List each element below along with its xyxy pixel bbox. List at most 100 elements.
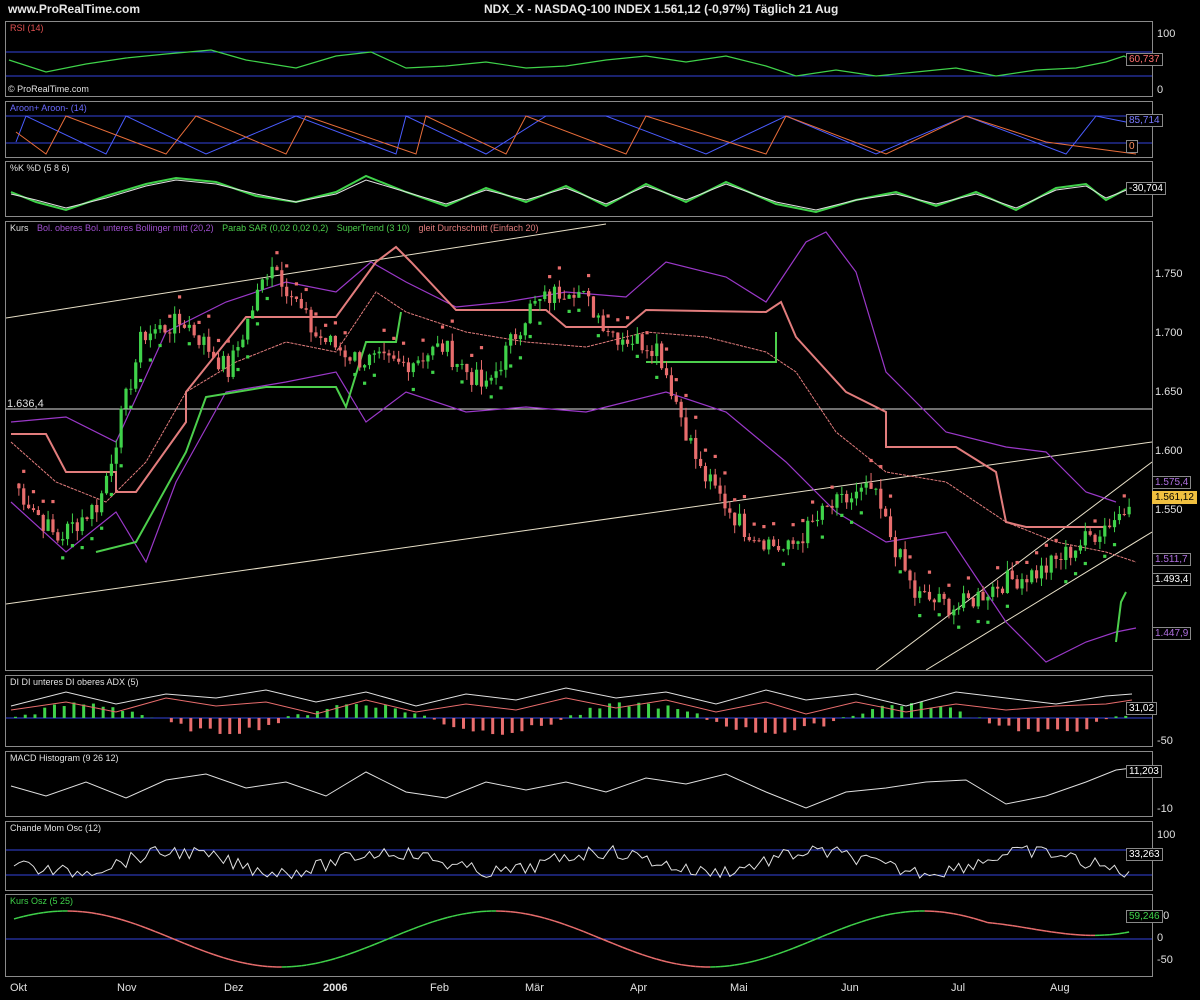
adx-bar <box>686 711 689 718</box>
adx-bar <box>666 705 670 718</box>
sar-dot <box>655 375 659 379</box>
aroon-up-line <box>15 115 1127 155</box>
kosz-segment <box>28 913 34 916</box>
kosz-segment <box>223 956 229 960</box>
candle <box>806 520 810 544</box>
kosz-segment <box>729 964 735 967</box>
adx-pane[interactable]: DI DI unteres DI oberes ADX (5) <box>5 675 1153 747</box>
sar-dot <box>216 338 221 343</box>
sar-dot <box>1103 554 1107 558</box>
kosz-segment <box>646 955 653 959</box>
kosz-segment <box>783 949 789 953</box>
kosz-segment <box>315 961 321 965</box>
adx-bar <box>773 718 777 734</box>
aroon-pane[interactable]: Aroon+ Aroon- (14) <box>5 101 1153 158</box>
candle <box>913 580 917 598</box>
candle <box>533 300 537 304</box>
candle <box>270 266 274 279</box>
kosz-segment <box>861 919 867 923</box>
adx-bar <box>471 718 475 732</box>
sar-dot <box>518 356 523 360</box>
candle <box>246 318 250 340</box>
candle <box>1030 570 1034 583</box>
candle <box>36 510 40 515</box>
kosz-segment <box>826 931 833 936</box>
candle <box>845 493 849 503</box>
candle <box>1117 513 1121 521</box>
copyright: © ProRealTime.com <box>8 84 89 94</box>
sar-dot <box>713 454 717 459</box>
kosz-segment <box>515 911 521 914</box>
adx-bar <box>520 718 524 732</box>
sar-dot <box>801 518 805 523</box>
candle <box>557 286 561 299</box>
kosz-segment <box>539 916 545 919</box>
adx-bar <box>569 715 573 718</box>
cmo-pane[interactable]: Chande Mom Osc (12) <box>5 821 1153 891</box>
candle <box>548 291 552 303</box>
adx-bar <box>82 704 86 718</box>
x-tick: Feb <box>430 982 449 994</box>
adx-bar <box>335 705 339 718</box>
kosz-segment <box>885 913 891 916</box>
adx-bar <box>627 706 631 718</box>
kosz-segment <box>1119 932 1125 935</box>
x-tick: Jun <box>841 982 859 994</box>
candle <box>392 355 396 359</box>
candle <box>762 540 766 550</box>
candle <box>830 505 834 508</box>
candle <box>343 350 347 358</box>
sar-dot <box>119 464 123 468</box>
kosz-tick: 0 <box>1157 932 1164 944</box>
adx-bar <box>354 704 358 718</box>
kosz-segment <box>461 912 468 915</box>
adx-bar <box>306 715 310 718</box>
candle <box>139 331 143 363</box>
candle <box>134 362 138 389</box>
kosz-segment <box>753 959 760 962</box>
kosz-segment <box>564 923 570 927</box>
macd-pane[interactable]: MACD Histogram (9 26 12) <box>5 751 1153 817</box>
rsi-pane[interactable]: RSI (14) © ProRealTime.com <box>5 21 1153 97</box>
candles <box>17 257 1131 625</box>
adx-bar <box>871 709 875 718</box>
candle <box>241 339 245 348</box>
rsi-line <box>8 49 1132 77</box>
stoch-pane[interactable]: %K %D (5 8 6) <box>5 161 1153 217</box>
candle <box>952 609 956 616</box>
candle <box>791 540 795 544</box>
site-name[interactable]: www.ProRealTime.com <box>8 2 140 16</box>
x-axis: Okt Nov Dez 2006 Feb Mär Apr Mai Jun Jul… <box>5 978 1153 996</box>
adx-bar <box>1026 718 1030 730</box>
kosz-segment <box>1124 931 1130 934</box>
kosz-segment <box>452 914 458 918</box>
candle <box>1049 555 1053 573</box>
adx-bar <box>72 702 76 718</box>
sar-dot <box>811 500 815 504</box>
sar-dot <box>606 314 610 318</box>
candle <box>1103 525 1107 537</box>
candle <box>182 324 187 328</box>
kosz-segment <box>992 922 998 925</box>
kosz-pane[interactable]: Kurs Osz (5 25) <box>5 894 1153 977</box>
kosz-segment <box>875 915 881 919</box>
candle <box>27 504 31 509</box>
candle <box>796 541 800 544</box>
price-pane[interactable]: Kurs Bol. oberes Bol. unteres Bollinger … <box>5 221 1153 671</box>
kosz-segment <box>408 928 414 932</box>
x-tick: Apr <box>630 982 648 994</box>
kosz-segment <box>393 933 399 938</box>
sar-dot <box>236 367 240 372</box>
candle <box>41 514 45 531</box>
kosz-segment <box>622 946 628 950</box>
adx-bar <box>33 714 37 718</box>
aroon-up-tag: 85,714 <box>1126 114 1163 127</box>
kosz-segment <box>330 957 336 961</box>
candle <box>1010 570 1014 580</box>
candle <box>513 334 518 340</box>
candle <box>289 296 294 298</box>
candle <box>51 519 55 533</box>
sar-dot <box>625 316 630 320</box>
kosz-segment <box>768 954 774 958</box>
candle <box>440 343 445 352</box>
